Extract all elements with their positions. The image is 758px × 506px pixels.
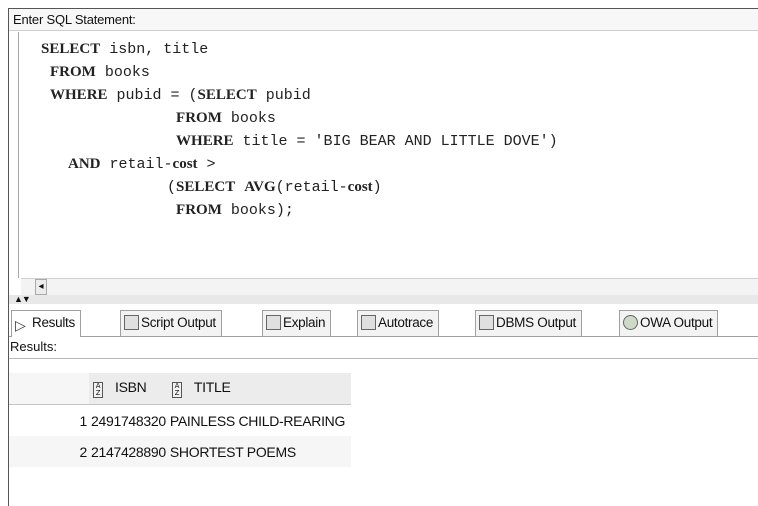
table-row[interactable]: 1 2491748320 PAINLESS CHILD-REARING <box>9 404 352 436</box>
sql-worksheet: Enter SQL Statement: SELECT isbn, title … <box>8 8 758 506</box>
sql-keyword: AND <box>68 156 101 172</box>
table-row[interactable]: 2 2147428890 SHORTEST POEMS <box>9 436 352 467</box>
globe-icon <box>623 315 638 330</box>
autotrace-icon <box>361 315 376 330</box>
sql-keyword: cost <box>347 179 373 195</box>
row-number-header <box>9 373 89 405</box>
tab-label: Autotrace <box>378 315 434 330</box>
column-header-title[interactable]: A Z TITLE <box>167 373 352 405</box>
sql-text: pubid <box>256 87 311 104</box>
sql-line[interactable]: AND retail-cost > <box>41 153 758 176</box>
sql-line[interactable]: (SELECT AVG(retail-cost) <box>41 176 758 199</box>
sql-text: > <box>197 156 216 173</box>
cell-isbn[interactable]: 2147428890 <box>89 436 168 467</box>
cell-isbn[interactable]: 2491748320 <box>89 404 168 436</box>
tab-explain[interactable]: Explain <box>262 310 332 336</box>
sql-line[interactable]: WHERE pubid = (SELECT pubid <box>41 84 758 107</box>
column-header-isbn[interactable]: A Z ISBN <box>89 373 168 405</box>
sql-keyword: WHERE <box>176 133 234 149</box>
results-table: A Z ISBN A Z TITLE 1 2491748320 PAINLESS CHI… <box>9 373 352 467</box>
sql-text: books <box>95 64 150 81</box>
tab-dbms-output[interactable]: DBMS Output <box>475 310 582 336</box>
dbms-icon <box>479 315 494 330</box>
scroll-left-button[interactable]: ◂ <box>35 279 47 295</box>
sql-line[interactable]: FROM books); <box>41 199 758 222</box>
sql-text: (retail- <box>275 179 348 196</box>
split-arrows-icon[interactable]: ▲▼ <box>14 295 31 304</box>
sql-keyword: cost <box>172 156 198 172</box>
cell-title[interactable]: PAINLESS CHILD-REARING <box>167 404 352 436</box>
sql-line[interactable]: WHERE title = 'BIG BEAR AND LITTLE DOVE'… <box>41 130 758 153</box>
tab-label: DBMS Output <box>496 315 576 330</box>
tab-owa-output[interactable]: OWA Output <box>619 310 719 336</box>
play-icon: ▷ <box>15 317 26 333</box>
sql-text: ) <box>372 179 382 196</box>
sql-keyword: SELECT <box>176 179 236 195</box>
tab-autotrace[interactable]: Autotrace <box>357 310 440 336</box>
tab-script-output[interactable]: Script Output <box>120 310 222 336</box>
sql-code[interactable]: SELECT isbn, title FROM books WHERE pubi… <box>19 32 758 222</box>
row-number: 2 <box>9 436 89 467</box>
row-number: 1 <box>9 404 89 436</box>
column-label: ISBN <box>115 379 147 395</box>
sql-text: pubid = ( <box>107 87 198 104</box>
sql-text: ( <box>41 179 177 196</box>
sql-text: retail- <box>100 156 173 173</box>
script-icon <box>124 315 139 330</box>
sql-text: title = 'BIG BEAR AND LITTLE DOVE') <box>233 133 558 150</box>
sql-keyword: SELECT <box>41 41 101 57</box>
sql-line[interactable]: SELECT isbn, title <box>41 38 758 61</box>
sql-text: books); <box>221 202 294 219</box>
output-tabs: ▷ Results Script Output Explain Autotrace… <box>9 304 758 337</box>
sql-keyword: FROM <box>50 64 96 80</box>
tab-label: Results <box>32 315 75 330</box>
editor-horizontal-scrollbar[interactable]: ◂ <box>21 278 758 296</box>
sql-keyword: AVG <box>244 179 276 195</box>
explain-icon <box>266 315 281 330</box>
tab-label: OWA Output <box>640 315 713 330</box>
cell-title[interactable]: SHORTEST POEMS <box>167 436 352 467</box>
tab-label: Explain <box>283 315 326 330</box>
pane-splitter[interactable]: ▲▼ <box>9 295 758 304</box>
sort-icon[interactable]: AZ <box>171 382 182 398</box>
tab-label: Script Output <box>141 315 216 330</box>
sort-icon[interactable]: AZ <box>93 382 103 398</box>
sql-text: books <box>221 110 276 127</box>
sql-keyword: SELECT <box>197 87 257 103</box>
sql-keyword: FROM <box>176 110 222 126</box>
sql-text: isbn, title <box>100 41 209 58</box>
sql-statement-label: Enter SQL Statement: <box>9 9 758 31</box>
column-label: TITLE <box>193 379 231 395</box>
results-grid-area: A Z ISBN A Z TITLE 1 2491748320 PAINLESS CHI… <box>9 358 758 506</box>
tab-results[interactable]: ▷ Results <box>11 310 81 337</box>
sql-line[interactable]: FROM books <box>41 107 758 130</box>
sql-keyword: FROM <box>176 202 222 218</box>
sql-keyword: WHERE <box>50 87 108 103</box>
sql-editor[interactable]: SELECT isbn, title FROM books WHERE pubi… <box>18 32 758 278</box>
sql-line[interactable]: FROM books <box>41 61 758 84</box>
results-label: Results: <box>9 338 758 356</box>
table-header-row: A Z ISBN A Z TITLE <box>9 373 352 405</box>
